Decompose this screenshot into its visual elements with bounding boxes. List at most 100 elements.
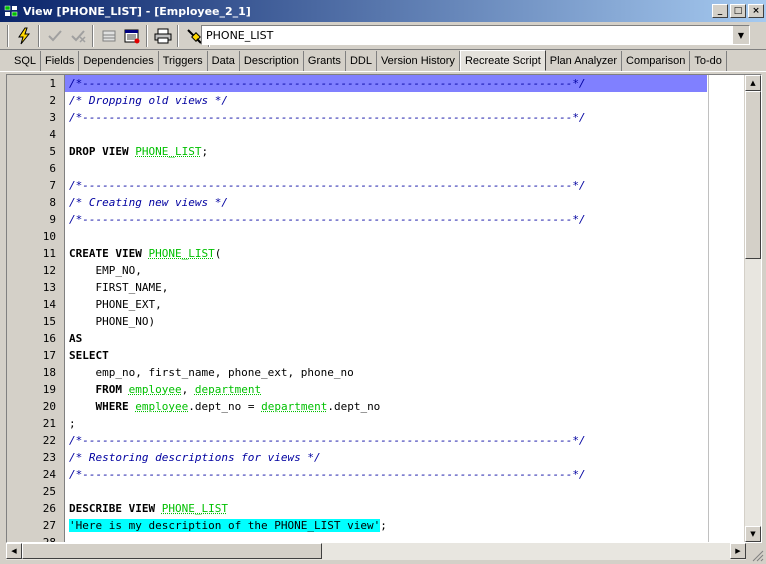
tab-triggers[interactable]: Triggers <box>159 51 208 71</box>
db-object-link[interactable]: PHONE_LIST <box>135 145 201 158</box>
scroll-up-button[interactable]: ▲ <box>745 75 761 91</box>
code-line[interactable]: EMP_NO, <box>65 262 744 279</box>
code-line[interactable]: /*--------------------------------------… <box>65 211 744 228</box>
db-object-link[interactable]: department <box>261 400 327 413</box>
calendar-button[interactable] <box>120 25 143 47</box>
line-number: 14 <box>42 298 56 311</box>
line-number: 26 <box>42 502 56 515</box>
code-line[interactable]: /*--------------------------------------… <box>65 466 744 483</box>
object-selector[interactable]: PHONE_LIST ▼ <box>201 25 750 45</box>
code-text: /*--------------------------------------… <box>69 75 586 92</box>
sql-keyword: CREATE VIEW <box>69 247 149 260</box>
horizontal-scrollbar[interactable]: ◀ ▶ <box>6 543 746 560</box>
code-line[interactable]: /*--------------------------------------… <box>65 432 744 449</box>
code-line[interactable]: CREATE VIEW PHONE_LIST( <box>65 245 744 262</box>
code-editor[interactable]: 1 2 3 4 5 6 7 8 9 10 11 12 13 14 15 16 17 18 19 20 21 22 23 24 2… <box>6 74 762 543</box>
sql-comment: /*--------------------------------------… <box>69 179 586 192</box>
line-number: 18 <box>42 366 56 379</box>
sql-comment: /*--------------------------------------… <box>69 434 586 447</box>
line-number-row: 12 <box>7 262 64 279</box>
line-number-row: 4 <box>7 126 64 143</box>
print-button[interactable] <box>151 25 174 47</box>
code-line[interactable]: AS <box>65 330 744 347</box>
db-object-link[interactable]: employee <box>129 383 182 396</box>
vertical-scrollbar[interactable]: ▲ ▼ <box>744 75 761 542</box>
tab-fields[interactable]: Fields <box>41 51 80 71</box>
code-line[interactable]: PHONE_NO) <box>65 313 744 330</box>
line-number-row: 1 <box>7 75 64 92</box>
line-number-row: 2 <box>7 92 64 109</box>
tab-ddl[interactable]: DDL <box>346 51 377 71</box>
code-line[interactable]: /* Restoring descriptions for views */ <box>65 449 744 466</box>
code-line[interactable]: PHONE_EXT, <box>65 296 744 313</box>
grid-button[interactable] <box>97 25 120 47</box>
code-line[interactable]: /*--------------------------------------… <box>65 177 744 194</box>
code-line[interactable] <box>65 126 744 143</box>
tab-plan-analyzer[interactable]: Plan Analyzer <box>546 51 623 71</box>
code-line[interactable]: FROM employee, department <box>65 381 744 398</box>
tab-to-do[interactable]: To-do <box>690 51 727 71</box>
tab-data[interactable]: Data <box>208 51 240 71</box>
commit-button[interactable] <box>43 25 66 47</box>
line-number: 2 <box>49 94 56 107</box>
vertical-scroll-thumb[interactable] <box>745 91 761 259</box>
close-button[interactable]: × <box>748 4 764 18</box>
toolbar-separator <box>146 24 148 47</box>
code-text: /*--------------------------------------… <box>69 211 586 228</box>
scroll-right-button[interactable]: ▶ <box>730 543 746 559</box>
db-object-link[interactable]: employee <box>135 400 188 413</box>
db-object-link[interactable]: PHONE_LIST <box>148 247 214 260</box>
db-object-link[interactable]: department <box>195 383 261 396</box>
code-line[interactable] <box>65 160 744 177</box>
size-grip-icon[interactable] <box>750 548 764 562</box>
code-line[interactable]: ; <box>65 415 744 432</box>
tab-grants[interactable]: Grants <box>304 51 346 71</box>
code-line[interactable]: 'Here is my description of the PHONE_LIS… <box>65 517 744 534</box>
chevron-down-icon[interactable]: ▼ <box>733 26 749 44</box>
code-line[interactable]: emp_no, first_name, phone_ext, phone_no <box>65 364 744 381</box>
title-bar[interactable]: View [PHONE_LIST] - [Employee_2_1] _ □ × <box>0 0 766 22</box>
code-line[interactable]: DROP VIEW PHONE_LIST; <box>65 143 744 160</box>
code-text: /*--------------------------------------… <box>69 109 586 126</box>
line-number: 7 <box>49 179 56 192</box>
compile-button[interactable] <box>12 25 35 47</box>
code-area[interactable]: /*--------------------------------------… <box>65 75 744 542</box>
code-line[interactable] <box>65 483 744 500</box>
rollback-button[interactable] <box>66 25 89 47</box>
object-selector-value: PHONE_LIST <box>206 28 274 42</box>
code-line[interactable]: /*--------------------------------------… <box>65 109 744 126</box>
tab-comparison[interactable]: Comparison <box>622 51 691 71</box>
code-line[interactable]: WHERE employee.dept_no = department.dept… <box>65 398 744 415</box>
sql-comment: /*--------------------------------------… <box>69 77 586 90</box>
scroll-down-button[interactable]: ▼ <box>745 526 761 542</box>
arrow-left-icon: ◀ <box>11 547 17 555</box>
db-object-link[interactable]: PHONE_LIST <box>162 502 228 515</box>
tab-description[interactable]: Description <box>240 51 304 71</box>
tab-version-history[interactable]: Version History <box>377 51 460 71</box>
line-number-row: 9 <box>7 211 64 228</box>
code-text: SELECT <box>69 347 109 364</box>
code-line[interactable] <box>65 228 744 245</box>
line-number: 4 <box>49 128 56 141</box>
code-line[interactable]: FIRST_NAME, <box>65 279 744 296</box>
code-line[interactable] <box>65 534 744 542</box>
sql-keyword: DESCRIBE VIEW <box>69 502 162 515</box>
code-line[interactable]: SELECT <box>65 347 744 364</box>
code-line[interactable]: /*--------------------------------------… <box>65 75 744 92</box>
tab-sql[interactable]: SQL <box>10 51 42 71</box>
line-number: 28 <box>42 536 56 543</box>
close-icon: × <box>752 5 760 16</box>
code-line[interactable]: /* Dropping old views */ <box>65 92 744 109</box>
arrow-right-icon: ▶ <box>735 547 741 555</box>
code-text: /*--------------------------------------… <box>69 432 586 449</box>
horizontal-scroll-thumb[interactable] <box>22 543 322 559</box>
code-line[interactable]: DESCRIBE VIEW PHONE_LIST <box>65 500 744 517</box>
tab-recreate-script[interactable]: Recreate Script <box>459 50 546 71</box>
line-number-gutter: 1 2 3 4 5 6 7 8 9 10 11 12 13 14 15 16 17 18 19 20 21 22 23 24 2… <box>7 75 65 542</box>
minimize-button[interactable]: _ <box>712 4 728 18</box>
scroll-left-button[interactable]: ◀ <box>6 543 22 559</box>
tab-dependencies[interactable]: Dependencies <box>79 51 159 71</box>
code-line[interactable]: /* Creating new views */ <box>65 194 744 211</box>
maximize-button[interactable]: □ <box>730 4 746 18</box>
